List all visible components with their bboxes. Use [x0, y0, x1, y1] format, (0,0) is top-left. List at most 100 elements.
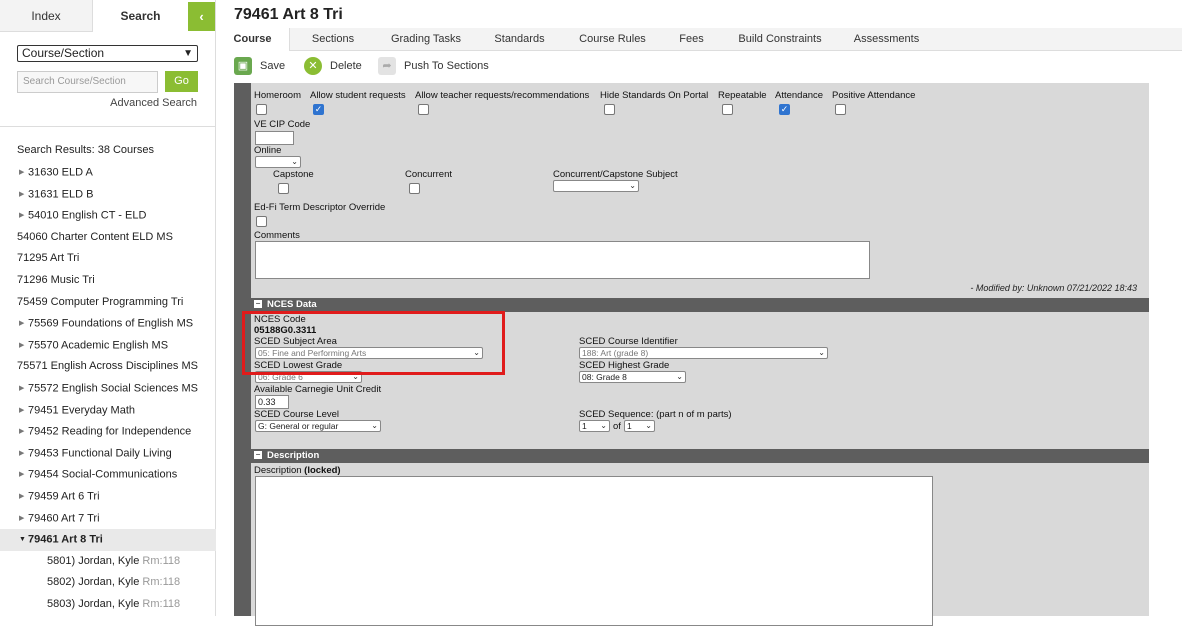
sced-sequence-n-select[interactable]: 1 ⌄	[579, 420, 610, 432]
comments-textarea[interactable]	[255, 241, 870, 279]
list-item[interactable]: ▶ 75572 English Social Sciences MS	[0, 378, 216, 400]
chevron-down-icon: ⌄	[818, 348, 825, 357]
online-select[interactable]: ⌄	[255, 156, 301, 168]
list-item-label: 75571 English Across Disciplines MS	[17, 360, 198, 373]
list-item[interactable]: 71295 Art Tri	[0, 248, 216, 270]
section-item[interactable]: 5803) Jordan, Kyle Rm:118	[0, 594, 216, 616]
list-item[interactable]: ▶ 31630 ELD A	[0, 162, 216, 184]
list-item[interactable]: ▶ 79460 Art 7 Tri	[0, 508, 216, 530]
homeroom-checkbox[interactable]	[256, 104, 267, 115]
save-label: Save	[260, 60, 286, 72]
repeatable-label: Repeatable	[718, 90, 767, 101]
collapse-icon: −	[254, 450, 262, 460]
caret-right-icon: ▶	[19, 514, 25, 522]
hide-standards-checkbox[interactable]	[604, 104, 615, 115]
section-item[interactable]: 5802) Jordan, Kyle Rm:118	[0, 572, 216, 594]
carnegie-credit-input[interactable]: 0.33	[255, 395, 289, 409]
list-item[interactable]: ▶ 79451 Everyday Math	[0, 400, 216, 422]
sced-highest-grade-select[interactable]: 08: Grade 8 ⌄	[579, 371, 686, 383]
tab-sections[interactable]: Sections	[290, 28, 376, 51]
sced-sequence-of-label: of	[613, 421, 621, 432]
caret-right-icon: ▶	[19, 320, 25, 328]
repeatable-checkbox[interactable]	[722, 104, 733, 115]
positive-attendance-label: Positive Attendance	[832, 90, 916, 101]
caret-right-icon: ▶	[19, 471, 25, 479]
tab-build-constraints[interactable]: Build Constraints	[721, 28, 839, 51]
list-item[interactable]: ▶ 79453 Functional Daily Living	[0, 443, 216, 465]
comments-label: Comments	[254, 230, 300, 241]
list-item[interactable]: ▶ 79454 Social-Communications	[0, 464, 216, 486]
push-to-sections-button[interactable]: ➦ Push To Sections	[378, 55, 489, 77]
list-item[interactable]: 54060 Charter Content ELD MS	[0, 227, 216, 249]
scope-select[interactable]: Course/Section ▼	[17, 45, 198, 62]
chevron-down-icon: ⌄	[676, 372, 683, 381]
section-item[interactable]: 5801) Jordan, Kyle Rm:118	[0, 551, 216, 573]
delete-button[interactable]: ✕ Delete	[304, 55, 362, 77]
description-editor[interactable]	[255, 476, 933, 626]
positive-attendance-checkbox[interactable]	[835, 104, 846, 115]
attendance-checkbox[interactable]: ✓	[779, 104, 790, 115]
chevron-down-icon: ▼	[183, 48, 193, 59]
allow-teacher-checkbox[interactable]	[418, 104, 429, 115]
nces-header-label: NCES Data	[267, 299, 317, 310]
list-item[interactable]: ▶ 79459 Art 6 Tri	[0, 486, 216, 508]
list-item[interactable]: ▼ 79461 Art 8 Tri	[0, 529, 216, 551]
attendance-label: Attendance	[775, 90, 824, 101]
sced-sequence-m-select[interactable]: 1 ⌄	[624, 420, 655, 432]
tab-standards[interactable]: Standards	[476, 28, 563, 51]
search-input[interactable]: Search Course/Section	[17, 71, 158, 93]
edfi-checkbox[interactable]	[256, 216, 267, 227]
online-label: Online	[254, 145, 282, 156]
sced-course-id-select[interactable]: 188: Art (grade 8) ⌄	[579, 347, 828, 359]
list-item-label: 75459 Computer Programming Tri	[17, 295, 184, 308]
caret-right-icon: ▶	[19, 169, 25, 176]
capstone-checkbox[interactable]	[278, 183, 289, 194]
list-item[interactable]: ▶ 75570 Academic English MS	[0, 335, 216, 357]
collapse-icon: −	[254, 299, 262, 309]
modified-info: - Modified by: Unknown 07/21/2022 18:43	[970, 283, 1137, 293]
list-item[interactable]: 71296 Music Tri	[0, 270, 216, 292]
save-button[interactable]: ▣ Save	[234, 55, 285, 77]
list-item[interactable]: 75459 Computer Programming Tri	[0, 292, 216, 314]
concurrent-capstone-select[interactable]: ⌄	[553, 180, 639, 192]
tab-course-rules[interactable]: Course Rules	[563, 28, 662, 51]
list-item[interactable]: ▶ 75569 Foundations of English MS	[0, 313, 216, 335]
tab-course[interactable]: Course	[216, 28, 290, 51]
tab-assessments[interactable]: Assessments	[839, 28, 934, 51]
list-item-label: 54060 Charter Content ELD MS	[17, 230, 173, 243]
allow-student-checkbox[interactable]: ✓	[313, 104, 324, 115]
save-icon: ▣	[234, 57, 252, 76]
tab-fees[interactable]: Fees	[662, 28, 721, 51]
main-panel: 79461 Art 8 Tri Course Sections Grading Ta…	[216, 0, 1182, 626]
list-item[interactable]: ▶ 79452 Reading for Independence	[0, 421, 216, 443]
course-tabs: Course Sections Grading Tasks Standards Cour…	[216, 28, 1182, 51]
nces-section-header[interactable]: − NCES Data	[251, 298, 1149, 312]
ve-cip-input[interactable]	[255, 131, 294, 145]
sced-highest-grade-value: 08: Grade 8	[582, 372, 627, 382]
advanced-search-link[interactable]: Advanced Search	[110, 97, 197, 109]
concurrent-checkbox[interactable]	[409, 183, 420, 194]
list-item-label: 71296 Music Tri	[17, 273, 95, 286]
results-list: ▶ 31630 ELD A ▶ 31631 ELD B ▶ 54010 English C…	[0, 162, 216, 615]
list-item[interactable]: ▶ 31631 ELD B	[0, 184, 216, 206]
chevron-left-icon[interactable]: ‹	[188, 2, 215, 31]
tab-index[interactable]: Index	[0, 0, 93, 32]
list-item[interactable]: ▶ 54010 English CT - ELD	[0, 205, 216, 227]
hide-standards-label: Hide Standards On Portal	[600, 90, 709, 101]
sced-course-level-select[interactable]: G: General or regular ⌄	[255, 420, 381, 432]
chevron-down-icon: ⌄	[645, 421, 652, 430]
sced-course-id-value: 188: Art (grade 8)	[582, 348, 649, 358]
concurrent-label: Concurrent	[405, 169, 452, 180]
chevron-down-icon: ⌄	[600, 421, 607, 430]
sced-course-id-label: SCED Course Identifier	[579, 336, 678, 347]
list-item[interactable]: 75571 English Across Disciplines MS	[0, 356, 216, 378]
tab-grading-tasks[interactable]: Grading Tasks	[376, 28, 476, 51]
results-header: Search Results: 38 Courses	[17, 144, 154, 156]
caret-right-icon: ▶	[19, 190, 25, 198]
description-label-text: Description	[254, 465, 302, 476]
delete-icon: ✕	[304, 57, 322, 76]
tab-search[interactable]: Search	[93, 0, 188, 32]
go-button[interactable]: Go	[165, 71, 198, 92]
description-section-header[interactable]: − Description	[251, 449, 1149, 463]
section-room: Rm:118	[142, 576, 181, 589]
